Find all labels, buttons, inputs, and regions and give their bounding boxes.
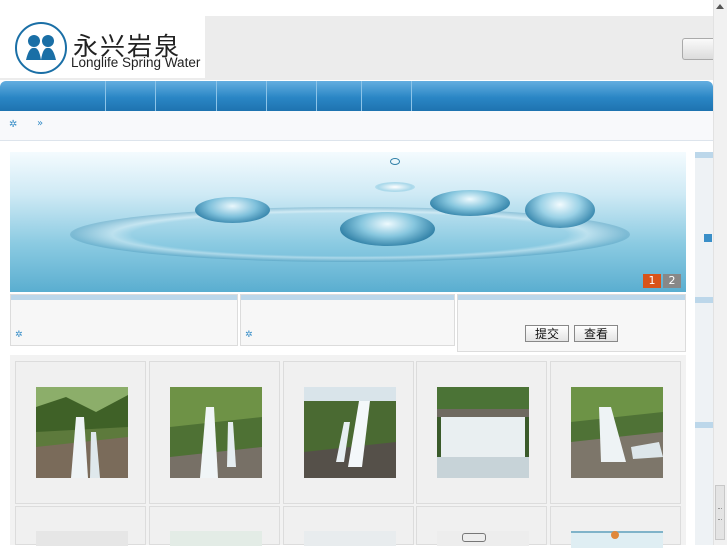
panel-header-bar	[695, 297, 713, 303]
scroll-up-arrow-icon[interactable]	[713, 0, 727, 14]
document-thumbnail[interactable]	[170, 531, 262, 546]
grip-icon	[718, 508, 722, 520]
nav-separator	[411, 81, 412, 111]
water-drop	[430, 190, 510, 216]
side-panel	[695, 152, 713, 545]
gallery-item[interactable]	[149, 361, 280, 504]
gallery-item[interactable]	[283, 506, 414, 546]
gallery-item[interactable]	[15, 506, 146, 546]
panel-bullet-icon: ✲	[15, 330, 23, 340]
gallery-item[interactable]	[149, 506, 280, 546]
gallery-item[interactable]	[283, 361, 414, 504]
nav-item[interactable]	[0, 81, 105, 111]
document-seal	[611, 531, 619, 539]
water-drop	[195, 197, 270, 223]
panel-bullet-icon: ✲	[245, 330, 253, 340]
waterfall-photo[interactable]	[304, 387, 396, 478]
waterfall-photo[interactable]	[170, 387, 262, 478]
panel-header-bar	[458, 295, 685, 300]
gallery-item[interactable]	[416, 506, 547, 546]
hero-banner	[10, 152, 686, 292]
view-button[interactable]: 查看	[574, 325, 618, 342]
panel-header-bar	[11, 295, 237, 300]
form-panel	[457, 294, 686, 352]
side-marker	[704, 234, 712, 242]
logo-mark-icon	[15, 22, 67, 74]
info-panel: ✲	[10, 294, 238, 346]
banner-pager: 12	[641, 273, 681, 288]
gallery-item[interactable]	[550, 361, 681, 504]
document-stamp	[462, 533, 486, 542]
main-nav	[0, 81, 713, 111]
scrollbar-thumb[interactable]	[715, 485, 725, 540]
panel-header-bar	[241, 295, 454, 300]
vertical-scrollbar[interactable]	[713, 0, 727, 545]
panel-header-bar	[695, 422, 713, 428]
waterfall-photo[interactable]	[571, 387, 663, 478]
nav-item[interactable]	[106, 81, 155, 111]
top-strip	[0, 0, 713, 16]
document-thumbnail[interactable]	[36, 531, 128, 546]
water-drop	[340, 212, 435, 246]
slide-1-button[interactable]: 1	[643, 274, 661, 288]
slide-2-button[interactable]: 2	[663, 274, 681, 288]
gallery-item[interactable]	[550, 506, 681, 548]
home-icon[interactable]: ✲	[9, 119, 17, 130]
document-thumbnail[interactable]	[304, 531, 396, 546]
nav-item[interactable]	[217, 81, 266, 111]
water-droplet	[390, 158, 400, 165]
nav-item[interactable]	[267, 81, 316, 111]
nav-item[interactable]	[156, 81, 216, 111]
water-drop	[525, 192, 595, 228]
breadcrumb-separator: »	[37, 118, 44, 129]
gallery-item[interactable]	[15, 361, 146, 504]
breadcrumb: ✲ »	[0, 111, 713, 141]
logo-title-en: Longlife Spring Water	[71, 55, 201, 70]
info-panel: ✲	[240, 294, 455, 346]
panel-header-bar	[695, 152, 713, 158]
water-drop	[375, 182, 415, 192]
waterfall-photo[interactable]	[437, 387, 529, 478]
nav-item[interactable]	[317, 81, 361, 111]
nav-item[interactable]	[362, 81, 411, 111]
waterfall-photo[interactable]	[36, 387, 128, 478]
submit-button[interactable]: 提交	[525, 325, 569, 342]
gallery-item[interactable]	[416, 361, 547, 504]
